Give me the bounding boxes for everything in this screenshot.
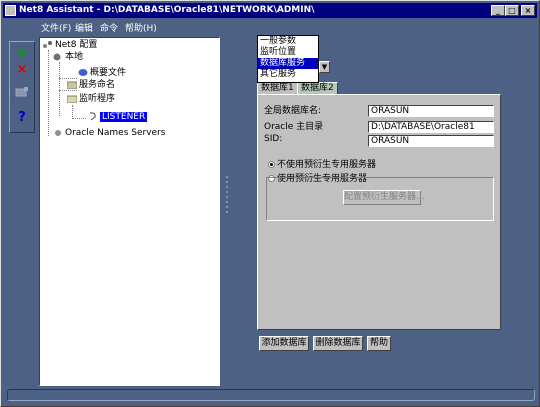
tree-label-names-servers: Oracle Names Servers — [65, 128, 166, 138]
no-prespawn-label: 不使用预衍生专用服务器 — [277, 160, 377, 170]
test-icon[interactable] — [14, 86, 30, 102]
menu-edit[interactable]: 编辑 — [75, 21, 93, 34]
maximize-button[interactable]: □ — [505, 5, 519, 16]
tree-node-profile[interactable]: 概要文件 — [78, 68, 126, 79]
no-prespawn-radio[interactable]: 不使用预衍生专用服务器 — [268, 157, 376, 170]
local-icon — [53, 52, 63, 61]
database-panel: 全局数据库名: ORASUN Oracle 主目录 D:\DATABASE\Or… — [257, 94, 501, 330]
net8-config-icon — [43, 40, 53, 49]
status-bar — [7, 389, 535, 401]
dropdown-option-general[interactable]: 一般参数 — [258, 36, 318, 47]
tree-label-service-naming: 服务命名 — [79, 80, 116, 90]
tree-node-net8-config[interactable]: Net8 配置 — [43, 40, 97, 51]
tree-label-root: Net8 配置 — [55, 40, 98, 50]
tree-node-names-servers[interactable]: Oracle Names Servers — [53, 128, 165, 139]
folder-icon — [66, 80, 78, 90]
splitter-handle[interactable] — [225, 176, 229, 216]
global-db-name-label: 全局数据库名: — [264, 106, 322, 116]
network-tree: Net8 配置 本地 概要文件 服务命名 监听程序 LISTENER Oracl… — [39, 37, 220, 386]
global-db-name-field[interactable]: ORASUN — [368, 105, 494, 117]
side-toolbar: + × ? — [9, 41, 35, 133]
chevron-down-icon[interactable]: ▼ — [319, 61, 330, 73]
title-bar[interactable]: Net8 Assistant - D:\DATABASE\Oracle81\NE… — [3, 3, 537, 18]
radio-checked-icon — [268, 161, 275, 168]
prespawn-group: 配置预衍生服务器... — [266, 177, 494, 221]
remove-icon[interactable]: × — [14, 62, 30, 78]
add-database-button[interactable]: 添加数据库 — [259, 336, 309, 351]
server-icon — [53, 128, 63, 137]
close-button[interactable]: × — [521, 5, 535, 16]
tree-node-listeners[interactable]: 监听程序 — [66, 94, 116, 105]
tree-node-service-naming[interactable]: 服务命名 — [66, 80, 116, 91]
oracle-home-field[interactable]: D:\DATABASE\Oracle81 — [368, 121, 494, 133]
help-button[interactable]: 帮助 — [367, 336, 391, 351]
window-title: Net8 Assistant - D:\DATABASE\Oracle81\NE… — [19, 5, 315, 15]
add-icon[interactable]: + — [14, 46, 30, 62]
dropdown-option-listening-locations[interactable]: 监听位置 — [258, 47, 318, 58]
oracle-home-label: Oracle 主目录 — [264, 122, 324, 132]
menu-file[interactable]: 文件(F) — [41, 21, 71, 34]
tree-node-listener[interactable]: LISTENER — [88, 112, 148, 123]
tree-label-listeners: 监听程序 — [79, 94, 116, 104]
menu-command[interactable]: 命令 — [100, 21, 118, 34]
application-window: Net8 Assistant - D:\DATABASE\Oracle81\NE… — [0, 0, 540, 407]
ear-icon — [88, 112, 98, 121]
dropdown-option-other-services[interactable]: 其它服务 — [258, 69, 318, 80]
tree-label-local: 本地 — [65, 52, 84, 62]
remove-database-button[interactable]: 删除数据库 — [313, 336, 363, 351]
minimize-button[interactable]: _ — [491, 5, 505, 16]
folder-open-icon — [66, 94, 78, 104]
configure-prespawn-button[interactable]: 配置预衍生服务器... — [343, 190, 425, 205]
tree-label-profile: 概要文件 — [90, 68, 127, 78]
tree-label-listener: LISTENER — [100, 112, 148, 122]
profile-icon — [78, 68, 88, 77]
category-dropdown-list[interactable]: 一般参数 监听位置 数据库服务 其它服务 — [257, 35, 319, 83]
app-icon[interactable] — [5, 5, 16, 16]
menu-help[interactable]: 帮助(H) — [125, 21, 157, 34]
help-icon[interactable]: ? — [14, 110, 30, 126]
sid-field[interactable]: ORASUN — [368, 135, 494, 147]
dropdown-option-database-services[interactable]: 数据库服务 — [258, 58, 318, 69]
sid-label: SID: — [264, 134, 283, 144]
tree-node-local[interactable]: 本地 — [53, 52, 83, 63]
